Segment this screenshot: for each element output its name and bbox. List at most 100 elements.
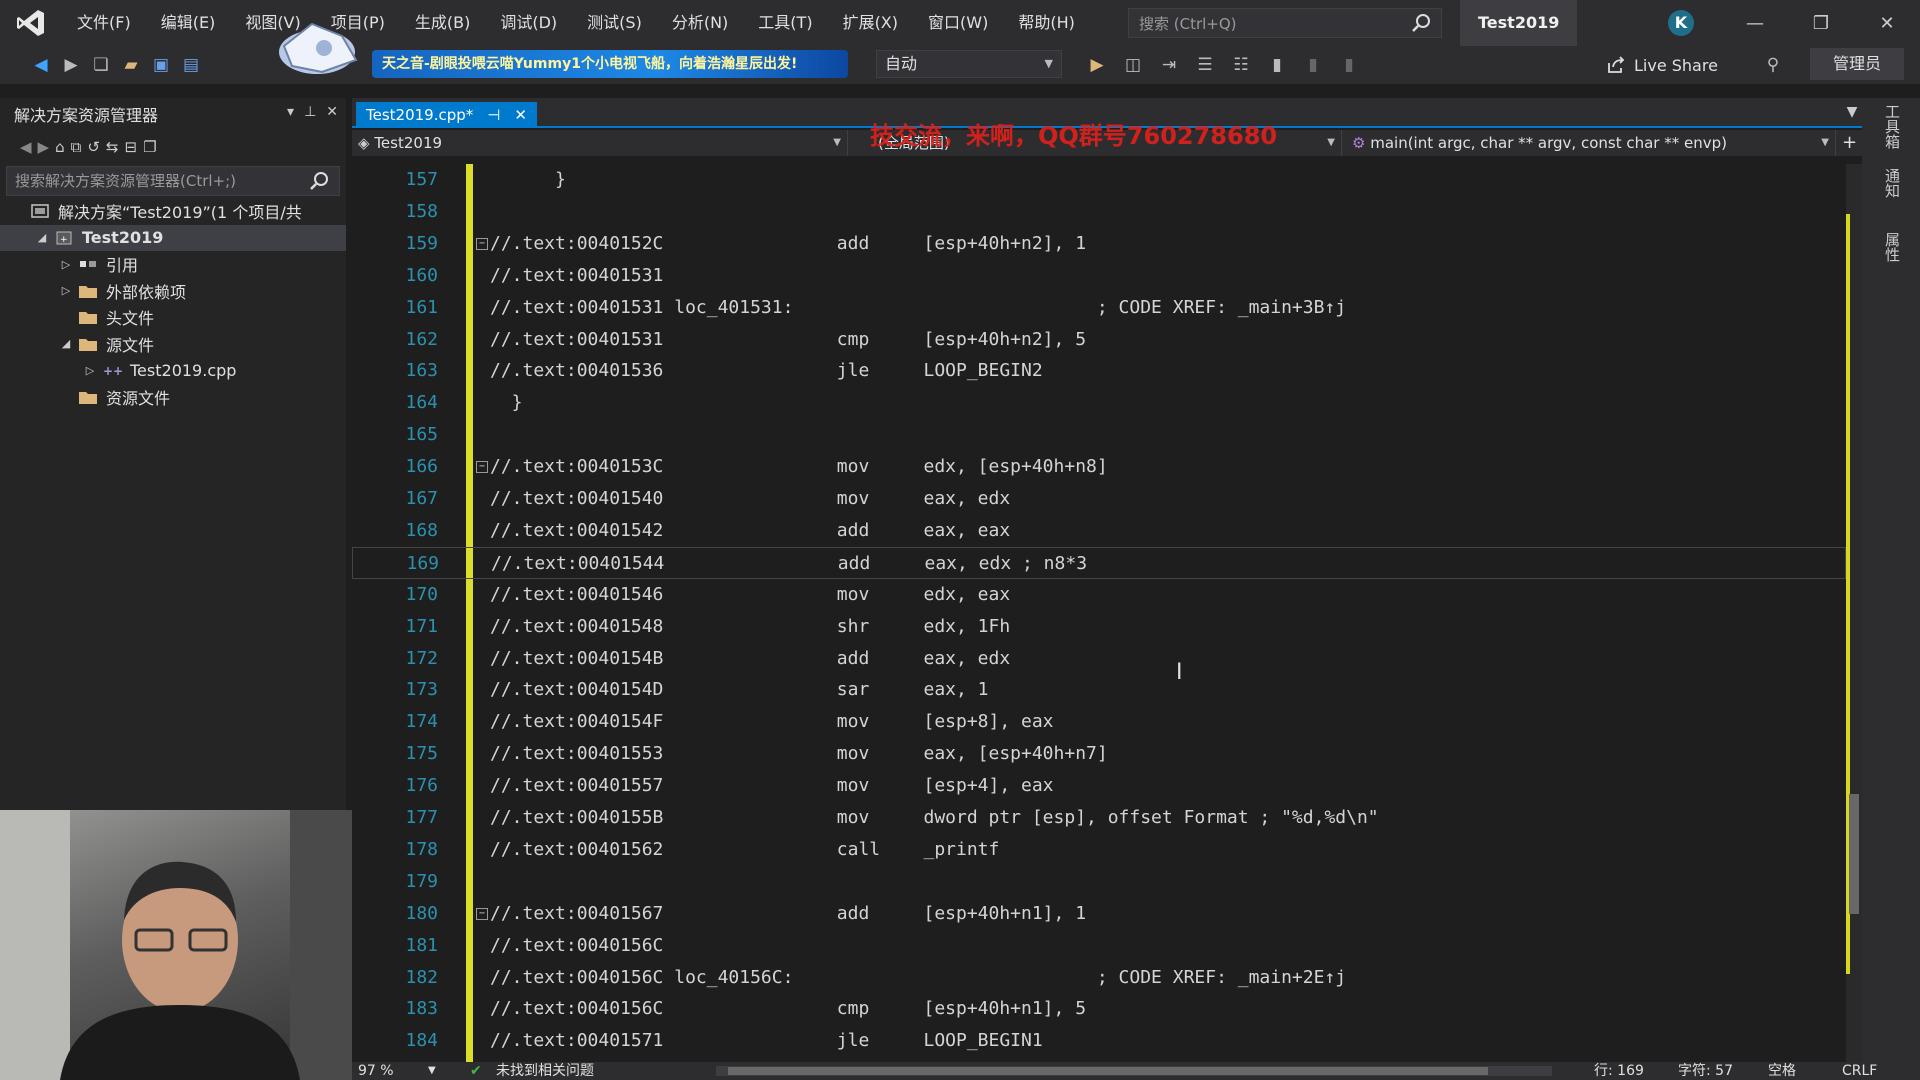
menu-item[interactable]: 文件(F) xyxy=(62,0,146,46)
code-line[interactable]: 159 −//.text:0040152C add [esp+40h+n2], 1 xyxy=(352,228,1846,260)
code-line[interactable]: 181 //.text:0040156C xyxy=(352,930,1846,962)
code-line[interactable]: 170 //.text:00401546 mov edx, eax xyxy=(352,579,1846,611)
back-icon[interactable]: ◀ xyxy=(20,138,32,156)
code-line[interactable]: 174 //.text:0040154F mov [esp+8], eax xyxy=(352,706,1846,738)
tab-list-icon[interactable]: ▼ xyxy=(1847,104,1858,120)
code-line[interactable]: 157 } xyxy=(352,164,1846,196)
bookmark-prev-icon[interactable]: ▮ xyxy=(1298,50,1328,80)
nav-function-dropdown[interactable]: ⚙ main(int argc, char ** argv, const cha… xyxy=(1342,130,1836,156)
tree-item[interactable]: 资源文件 xyxy=(0,384,346,411)
code-line[interactable]: 172 //.text:0040154B add eax, edx xyxy=(352,643,1846,675)
code-line[interactable]: 166 −//.text:0040153C mov edx, [esp+40h+n… xyxy=(352,451,1846,483)
collapse-all-icon[interactable]: ⊟ xyxy=(125,138,138,156)
bookmark-next-icon[interactable]: ▮ xyxy=(1334,50,1364,80)
menu-item[interactable]: 分析(N) xyxy=(657,0,743,46)
fold-collapse-icon[interactable]: − xyxy=(476,907,488,920)
tree-item[interactable]: ◢ 源文件 xyxy=(0,331,346,358)
new-project-icon[interactable]: ❏ xyxy=(86,50,116,80)
save-icon[interactable]: ▣ xyxy=(146,50,176,80)
solution-search-input[interactable]: 搜索解决方案资源管理器(Ctrl+;) xyxy=(6,166,340,196)
menu-item[interactable]: 帮助(H) xyxy=(1003,0,1090,46)
feedback-icon[interactable]: ⚲ xyxy=(1758,50,1788,80)
zoom-level[interactable]: 97 % xyxy=(358,1062,394,1080)
menu-item[interactable]: 扩展(X) xyxy=(828,0,913,46)
char-indicator[interactable]: 字符: 57 xyxy=(1678,1062,1733,1080)
expand-arrow-icon[interactable]: ◢ xyxy=(58,337,74,350)
tree-item[interactable]: 头文件 xyxy=(0,304,346,331)
code-line[interactable]: 169 //.text:00401544 add eax, edx ; n8*3 xyxy=(352,546,1846,579)
expand-arrow-icon[interactable]: ▷ xyxy=(82,364,98,377)
account-avatar[interactable]: K xyxy=(1668,10,1694,36)
code-line[interactable]: 184 //.text:00401571 jle LOOP_BEGIN1 xyxy=(352,1025,1846,1057)
code-line[interactable]: 183 //.text:0040156C cmp [esp+40h+n1], 5 xyxy=(352,993,1846,1025)
tree-item[interactable]: 解决方案“Test2019”(1 个项目/共 xyxy=(0,198,346,225)
code-line[interactable]: 173 //.text:0040154D sar eax, 1 xyxy=(352,674,1846,706)
code-line[interactable]: 179 xyxy=(352,866,1846,898)
back-icon[interactable]: ◀ xyxy=(26,50,56,80)
split-icon[interactable]: + xyxy=(1836,130,1862,156)
sync-icon[interactable]: ⇆ xyxy=(106,138,119,156)
expand-arrow-icon[interactable]: ◢ xyxy=(34,231,50,244)
menu-item[interactable]: 调试(D) xyxy=(485,0,572,46)
solution-config-select[interactable]: 自动 ▼ xyxy=(876,50,1062,78)
code-line[interactable]: 182 //.text:0040156C loc_40156C: ; CODE X… xyxy=(352,962,1846,994)
show-all-files-icon[interactable]: ❐ xyxy=(143,138,156,156)
restore-icon[interactable]: ❐ xyxy=(1788,0,1854,46)
code-line[interactable]: 175 //.text:00401553 mov eax, [esp+40h+n7… xyxy=(352,738,1846,770)
pin-icon[interactable]: ⊥ xyxy=(304,104,316,120)
code-line[interactable]: 163 //.text:00401536 jle LOOP_BEGIN2 xyxy=(352,355,1846,387)
horizontal-scrollbar[interactable] xyxy=(716,1066,1552,1076)
code-line[interactable]: 180 −//.text:00401567 add [esp+40h+n1], 1 xyxy=(352,898,1846,930)
vertical-scrollbar[interactable] xyxy=(1846,164,1862,1062)
open-folder-icon[interactable]: ▰ xyxy=(116,50,146,80)
chevron-down-icon[interactable]: ▼ xyxy=(428,1062,436,1080)
code-line[interactable]: 164 } xyxy=(352,387,1846,419)
menu-item[interactable]: 生成(B) xyxy=(400,0,485,46)
code-line[interactable]: 167 //.text:00401540 mov eax, edx xyxy=(352,483,1846,515)
side-tool-tab[interactable]: 工具箱 xyxy=(1882,104,1903,149)
code-line[interactable]: 177 //.text:0040155B mov dword ptr [esp],… xyxy=(352,802,1846,834)
tree-item[interactable]: ◢ + Test2019 xyxy=(0,224,346,251)
fold-collapse-icon[interactable]: − xyxy=(476,461,488,474)
title-search-input[interactable]: 搜索 (Ctrl+Q) xyxy=(1128,8,1442,38)
code-line[interactable]: 158 xyxy=(352,196,1846,228)
code-line[interactable]: 160 //.text:00401531 xyxy=(352,260,1846,292)
browser-icon[interactable]: ◫ xyxy=(1118,50,1148,80)
tree-item[interactable]: ▷ 引用 xyxy=(0,251,346,278)
code-line[interactable]: 168 //.text:00401542 add eax, eax xyxy=(352,515,1846,547)
menu-item[interactable]: 窗口(W) xyxy=(913,0,1003,46)
menu-item[interactable]: 工具(T) xyxy=(743,0,827,46)
code-line[interactable]: 162 //.text:00401531 cmp [esp+40h+n2], 5 xyxy=(352,324,1846,356)
close-panel-icon[interactable]: ✕ xyxy=(326,104,338,120)
expand-arrow-icon[interactable]: ▷ xyxy=(58,258,74,271)
whitespace-indicator[interactable]: 空格 xyxy=(1768,1062,1796,1080)
scrollbar-thumb[interactable] xyxy=(1849,794,1859,914)
code-line[interactable]: 176 //.text:00401557 mov [esp+4], eax xyxy=(352,770,1846,802)
side-tool-tab[interactable]: 属性 xyxy=(1882,232,1903,262)
save-all-icon[interactable]: ▤ xyxy=(176,50,206,80)
attach-icon[interactable]: ▶ xyxy=(1082,50,1112,80)
code-line[interactable]: 178 //.text:00401562 call _printf xyxy=(352,834,1846,866)
tree-item[interactable]: ▷ ++ Test2019.cpp xyxy=(0,357,346,384)
dropdown-icon[interactable]: ▾ xyxy=(287,104,294,120)
tab-test2019-cpp[interactable]: Test2019.cpp* ⊣ ✕ xyxy=(356,102,537,128)
code-line[interactable]: 165 xyxy=(352,419,1846,451)
live-share-button[interactable]: Live Share xyxy=(1606,50,1718,80)
history-icon[interactable]: ↺ xyxy=(87,138,100,156)
comment-icon[interactable]: ☷ xyxy=(1226,50,1256,80)
bookmark-icon[interactable]: ▮ xyxy=(1262,50,1292,80)
step-icon[interactable]: ⇥ xyxy=(1154,50,1184,80)
issues-status[interactable]: 未找到相关问题 xyxy=(496,1062,594,1080)
nav-project-dropdown[interactable]: ◈ Test2019 ▼ xyxy=(352,130,848,156)
code-editor[interactable]: 157 } 158 159−//.text:0040152C add [esp+40… xyxy=(352,164,1846,1062)
eol-indicator[interactable]: CRLF xyxy=(1842,1062,1877,1080)
fold-collapse-icon[interactable]: − xyxy=(476,237,488,250)
admin-button[interactable]: 管理员 xyxy=(1810,48,1904,80)
forward-icon[interactable]: ▶ xyxy=(38,138,50,156)
switch-views-icon[interactable]: ⧉ xyxy=(71,138,82,156)
code-line[interactable]: 161 //.text:00401531 loc_401531: ; CODE X… xyxy=(352,292,1846,324)
line-indicator[interactable]: 行: 169 xyxy=(1594,1062,1644,1080)
menu-item[interactable]: 编辑(E) xyxy=(146,0,231,46)
expand-arrow-icon[interactable]: ▷ xyxy=(58,284,74,297)
minimize-icon[interactable]: — xyxy=(1722,0,1788,46)
